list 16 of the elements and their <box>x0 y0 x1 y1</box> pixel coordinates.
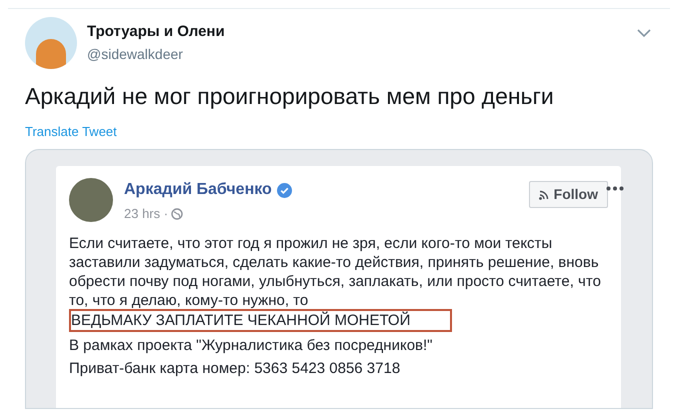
highlighted-text: ВЕДЬМАКУ ЗАПЛАТИТЕ ЧЕКАННОЙ МОНЕТОЙ <box>69 308 452 332</box>
post-text: В рамках проекта "Журналистика без посредников!" <box>69 336 434 354</box>
follow-button[interactable]: Follow <box>528 181 608 208</box>
post-time: 23 hrs · <box>124 205 168 223</box>
author-name[interactable]: Тротуары и Олени <box>87 21 225 44</box>
rss-icon <box>538 190 549 200</box>
embedded-image[interactable] <box>25 149 653 409</box>
photo-placeholder <box>69 178 113 222</box>
more-icon[interactable] <box>606 186 624 191</box>
tweet-text: Аркадий не мог проигнорировать мем про деньги <box>24 82 555 111</box>
avatar-drawing <box>25 17 77 69</box>
author-handle[interactable]: @sidewalkdeer <box>87 44 225 64</box>
post-text: Если считаете, что этот год я прожил не зря, если кого-то мои тексты заставили задуматься, сделать какие-то действия, принять решение, вновь обрести почву под ногами, улыбнуться, заплакать, или просто считаете, что то, что я делаю, кому-то нужно, то <box>69 234 602 310</box>
chevron-down-icon[interactable] <box>637 29 651 38</box>
post-author-name: Аркадий Бабченко <box>124 180 272 200</box>
post-text: Приват-банк карта номер: 5363 5423 0856 3718 <box>69 358 402 378</box>
